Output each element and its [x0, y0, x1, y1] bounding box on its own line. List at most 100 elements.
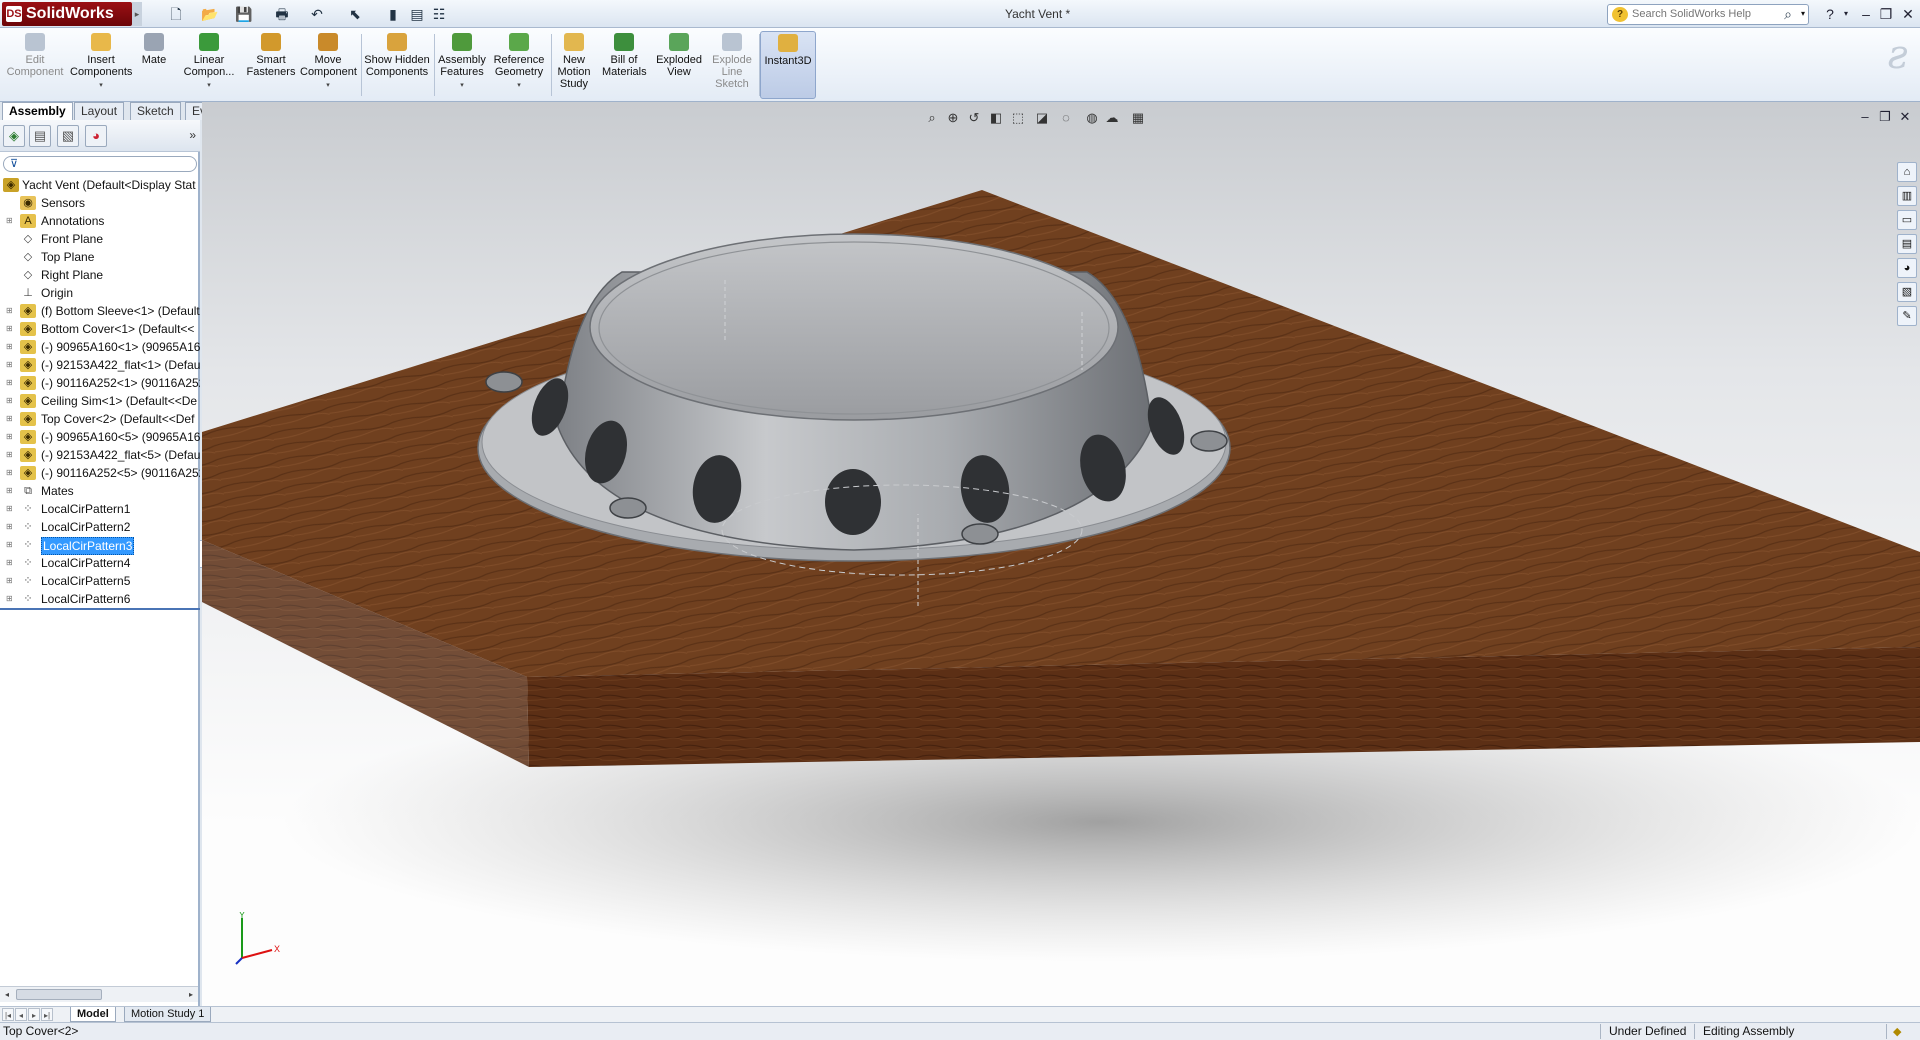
tree-node[interactable]: ⊞ ◈ Bottom Cover<1> (Default<< [0, 320, 200, 338]
new-icon[interactable]: 🗋 [165, 4, 187, 24]
tree-node[interactable]: ⊞ ⁘ LocalCirPattern1 [0, 500, 200, 518]
move-component-button[interactable]: Move Component ▾ [298, 31, 358, 99]
tree-node[interactable]: ⊞ ⁘ LocalCirPattern5 [0, 572, 200, 590]
file-properties-icon[interactable]: ▤ [406, 4, 428, 24]
expand-icon[interactable]: ⊞ [6, 451, 14, 459]
expand-icon[interactable]: ⊞ [6, 577, 14, 585]
tree-node[interactable]: ⊞ A Annotations [0, 212, 200, 230]
horizontal-scrollbar[interactable]: ◂ ▸ [0, 986, 198, 1002]
expand-icon[interactable]: ⊞ [6, 469, 14, 477]
expand-icon[interactable]: ⊞ [6, 433, 14, 441]
expand-icon[interactable]: ⊞ [6, 541, 14, 549]
tree-node[interactable]: ⊞ ◈ (-) 92153A422_flat<1> (Defaul [0, 356, 200, 374]
scroll-left-icon[interactable]: ◂ [0, 987, 14, 1002]
edit-appearance-icon[interactable]: ◍ [1081, 108, 1103, 128]
expand-icon[interactable]: ⊞ [6, 415, 14, 423]
show-hidden-components-button[interactable]: Show Hidden Components [360, 31, 434, 99]
search-icon[interactable]: ⌕ [1784, 6, 1792, 23]
custom-properties-icon[interactable]: ▧ [1897, 282, 1917, 302]
tab-assembly[interactable]: Assembly [2, 102, 73, 120]
graphics-area[interactable]: ⌕ ⊕ ↺ ◧ ⬚ ◪ ◌ ◍ ☁ ▦ – ❐ ✕ ⌂ ▥ ▭ ▤ ◕ ▧ ✎ Y X [202, 102, 1920, 1006]
mate-button[interactable]: Mate [136, 31, 172, 99]
viewport-minimize-button[interactable]: – [1856, 108, 1874, 126]
apply-scene-icon[interactable]: ☁ [1101, 108, 1123, 128]
chevron-down-icon[interactable]: ▾ [490, 80, 548, 92]
zoom-to-fit-icon[interactable]: ⌕ [921, 108, 943, 128]
feature-manager-icon[interactable]: ◈ [3, 125, 25, 147]
explode-line-sketch-button[interactable]: Explode Line Sketch [708, 31, 756, 99]
options-icon[interactable]: ☷ [428, 4, 450, 24]
expand-panel-icon[interactable]: » [189, 128, 196, 142]
select-icon[interactable]: ⬉ [344, 4, 366, 24]
tree-node[interactable]: ⊞ ◈ (f) Bottom Sleeve<1> (Default [0, 302, 200, 320]
tree-node[interactable]: ⊞ ◈ (-) 90116A252<5> (90116A252 [0, 464, 200, 482]
configuration-manager-icon[interactable]: ▧ [57, 125, 79, 147]
tree-node[interactable]: ⊞ ◈ (-) 90965A160<1> (90965A160 [0, 338, 200, 356]
display-manager-icon[interactable]: ◕ [85, 125, 107, 147]
new-motion-study-button[interactable]: New Motion Study [553, 31, 595, 99]
viewport-close-button[interactable]: ✕ [1896, 108, 1914, 126]
viewport-restore-button[interactable]: ❐ [1876, 108, 1894, 126]
expand-icon[interactable]: ⊞ [6, 559, 14, 567]
close-button[interactable]: ✕ [1898, 5, 1918, 23]
rollback-bar[interactable] [0, 608, 200, 610]
tab-model[interactable]: Model [70, 1007, 116, 1022]
expand-icon[interactable]: ⊞ [6, 307, 14, 315]
restore-button[interactable]: ❐ [1876, 5, 1896, 23]
tree-node[interactable]: ⊞ ◈ Ceiling Sim<1> (Default<<De [0, 392, 200, 410]
view-palette-icon[interactable]: ▤ [1897, 234, 1917, 254]
tree-node[interactable]: ⊞ ⧉ Mates [0, 482, 200, 500]
open-icon[interactable]: 📂 [199, 4, 221, 24]
expand-icon[interactable]: ⊞ [6, 379, 14, 387]
undo-icon[interactable]: ↶ [306, 4, 328, 24]
save-icon[interactable]: 💾 [233, 4, 255, 24]
minimize-button[interactable]: – [1856, 5, 1876, 23]
design-library-icon[interactable]: ▥ [1897, 186, 1917, 206]
expand-icon[interactable]: ⊞ [6, 505, 14, 513]
previous-tab-icon[interactable]: ◂ [15, 1008, 27, 1021]
tree-node[interactable]: ⊞ ◈ (-) 92153A422_flat<5> (Defaul [0, 446, 200, 464]
expand-icon[interactable]: ⊞ [6, 325, 14, 333]
help-search-box[interactable]: ? ⌕ ▾ [1607, 4, 1809, 25]
property-manager-icon[interactable]: ▤ [29, 125, 51, 147]
tab-sketch[interactable]: Sketch [130, 102, 181, 120]
print-icon[interactable]: 🖶 [271, 4, 293, 24]
view-settings-icon[interactable]: ▦ [1127, 108, 1149, 128]
exploded-view-button[interactable]: Exploded View [653, 31, 705, 99]
hide-show-items-icon[interactable]: ◌ [1055, 108, 1077, 128]
expand-icon[interactable]: ⊞ [6, 343, 14, 351]
bill-of-materials-button[interactable]: Bill of Materials [600, 31, 648, 99]
first-tab-icon[interactable]: |◂ [2, 1008, 14, 1021]
zoom-to-area-icon[interactable]: ⊕ [942, 108, 964, 128]
solidworks-resources-icon[interactable]: ⌂ [1897, 162, 1917, 182]
insert-components-button[interactable]: Insert Components ▾ [68, 31, 134, 99]
expand-icon[interactable]: ⊞ [6, 595, 14, 603]
tree-node[interactable]: ⊞ ⁘ LocalCirPattern6 [0, 590, 200, 608]
expand-icon[interactable]: ⊞ [6, 397, 14, 405]
expand-icon[interactable]: ⊞ [6, 523, 14, 531]
tree-node[interactable]: ◇ Top Plane [0, 248, 200, 266]
chevron-down-icon[interactable]: ▾ [436, 80, 488, 92]
smart-fasteners-button[interactable]: Smart Fasteners [244, 31, 298, 99]
expand-icon[interactable]: ⊞ [6, 361, 14, 369]
view-orientation-icon[interactable]: ⬚ [1007, 108, 1029, 128]
tree-node[interactable]: ⊞ ⁘ LocalCirPattern2 [0, 518, 200, 536]
rebuild-icon[interactable]: ▮ [382, 4, 404, 24]
tab-layout[interactable]: Layout [74, 102, 125, 120]
tree-node[interactable]: ⊞ ⁘ LocalCirPattern3 [0, 536, 200, 555]
display-style-icon[interactable]: ◪ [1031, 108, 1053, 128]
reference-geometry-button[interactable]: Reference Geometry ▾ [490, 31, 548, 99]
tree-node[interactable]: ◉ Sensors [0, 194, 200, 212]
expand-icon[interactable]: ⊞ [6, 487, 14, 495]
tree-node[interactable]: ⊞ ◈ (-) 90116A252<1> (90116A252 [0, 374, 200, 392]
tree-node[interactable]: ⊞ ◈ (-) 90965A160<5> (90965A160 [0, 428, 200, 446]
forum-icon[interactable]: ✎ [1897, 306, 1917, 326]
tree-node[interactable]: ◇ Front Plane [0, 230, 200, 248]
tree-node[interactable]: ⊞ ◈ Top Cover<2> (Default<<Def [0, 410, 200, 428]
previous-view-icon[interactable]: ↺ [963, 108, 985, 128]
assembly-model-view[interactable] [202, 102, 1920, 1006]
appearances-scenes-icon[interactable]: ◕ [1897, 258, 1917, 278]
last-tab-icon[interactable]: ▸| [41, 1008, 53, 1021]
chevron-down-icon[interactable]: ▾ [1801, 9, 1805, 18]
edit-component-button[interactable]: Edit Component [2, 31, 68, 99]
